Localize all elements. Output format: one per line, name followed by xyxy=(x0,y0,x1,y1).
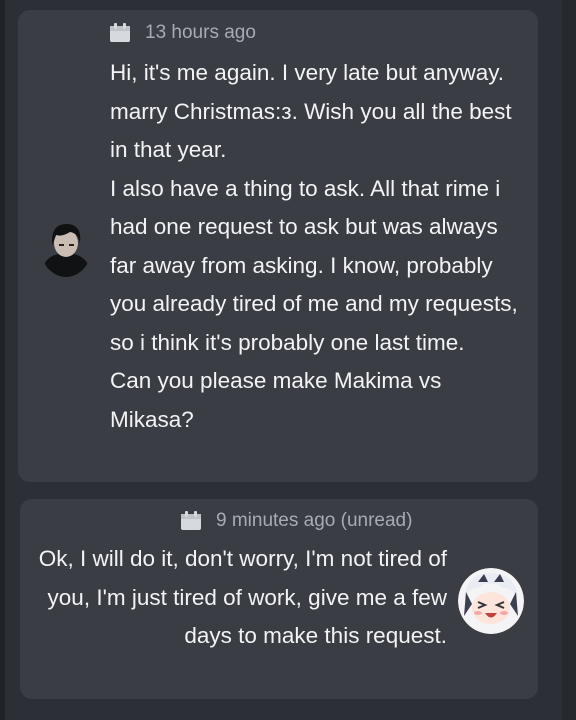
message-text: Hi, it's me again. I very late but anywa… xyxy=(110,54,520,439)
calendar-icon xyxy=(109,23,131,43)
avatar[interactable] xyxy=(458,568,524,634)
scrollbar-track[interactable] xyxy=(562,0,576,720)
message-paragraph: Hi, it's me again. I very late but anywa… xyxy=(110,60,512,162)
message-paragraph: Ok, I will do it, don't worry, I'm not t… xyxy=(38,546,447,648)
window-left-edge xyxy=(0,0,5,720)
message-timestamp: 9 minutes ago (unread) xyxy=(216,510,413,531)
message-meta: 9 minutes ago (unread) xyxy=(180,510,412,532)
avatar[interactable] xyxy=(40,215,92,277)
message-timestamp: 13 hours ago xyxy=(145,22,256,43)
calendar-icon xyxy=(180,511,202,531)
message-meta: 13 hours ago xyxy=(109,22,256,44)
message-paragraph: I also have a thing to ask. All that rim… xyxy=(110,175,518,355)
message-text: Ok, I will do it, don't worry, I'm not t… xyxy=(27,540,447,656)
message-paragraph: Can you please make Makima vs Mikasa? xyxy=(110,368,442,432)
